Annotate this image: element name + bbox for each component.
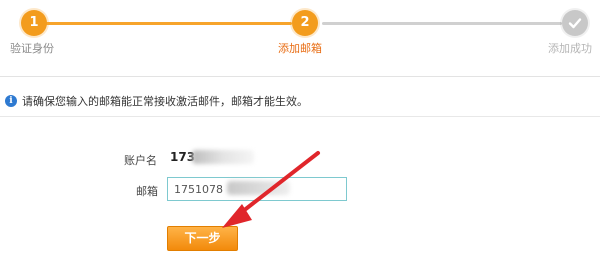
progress-line-pending [322, 22, 562, 25]
progress-steps: 1 2 验证身份 添加邮箱 添加成功 [0, 0, 600, 76]
step-3-circle [562, 10, 588, 36]
step-3-label: 添加成功 [548, 42, 592, 55]
username-redaction [192, 150, 254, 164]
notice-text: 请确保您输入的邮箱能正常接收激活邮件，邮箱才能生效。 [22, 95, 308, 108]
step-2-circle: 2 [292, 10, 318, 36]
step-1-label: 验证身份 [10, 42, 54, 55]
next-step-button[interactable]: 下一步 [167, 226, 238, 251]
username-label: 账户名 [124, 154, 157, 167]
check-icon [568, 18, 582, 29]
info-icon: i [5, 95, 17, 107]
step-2-label: 添加邮箱 [278, 42, 322, 55]
email-label: 邮箱 [136, 185, 158, 198]
step-1-circle: 1 [21, 10, 47, 36]
notice-bar: i 请确保您输入的邮箱能正常接收激活邮件，邮箱才能生效。 [0, 84, 600, 117]
progress-line-completed [44, 22, 292, 25]
email-redaction [227, 181, 290, 195]
section-divider [0, 76, 600, 77]
